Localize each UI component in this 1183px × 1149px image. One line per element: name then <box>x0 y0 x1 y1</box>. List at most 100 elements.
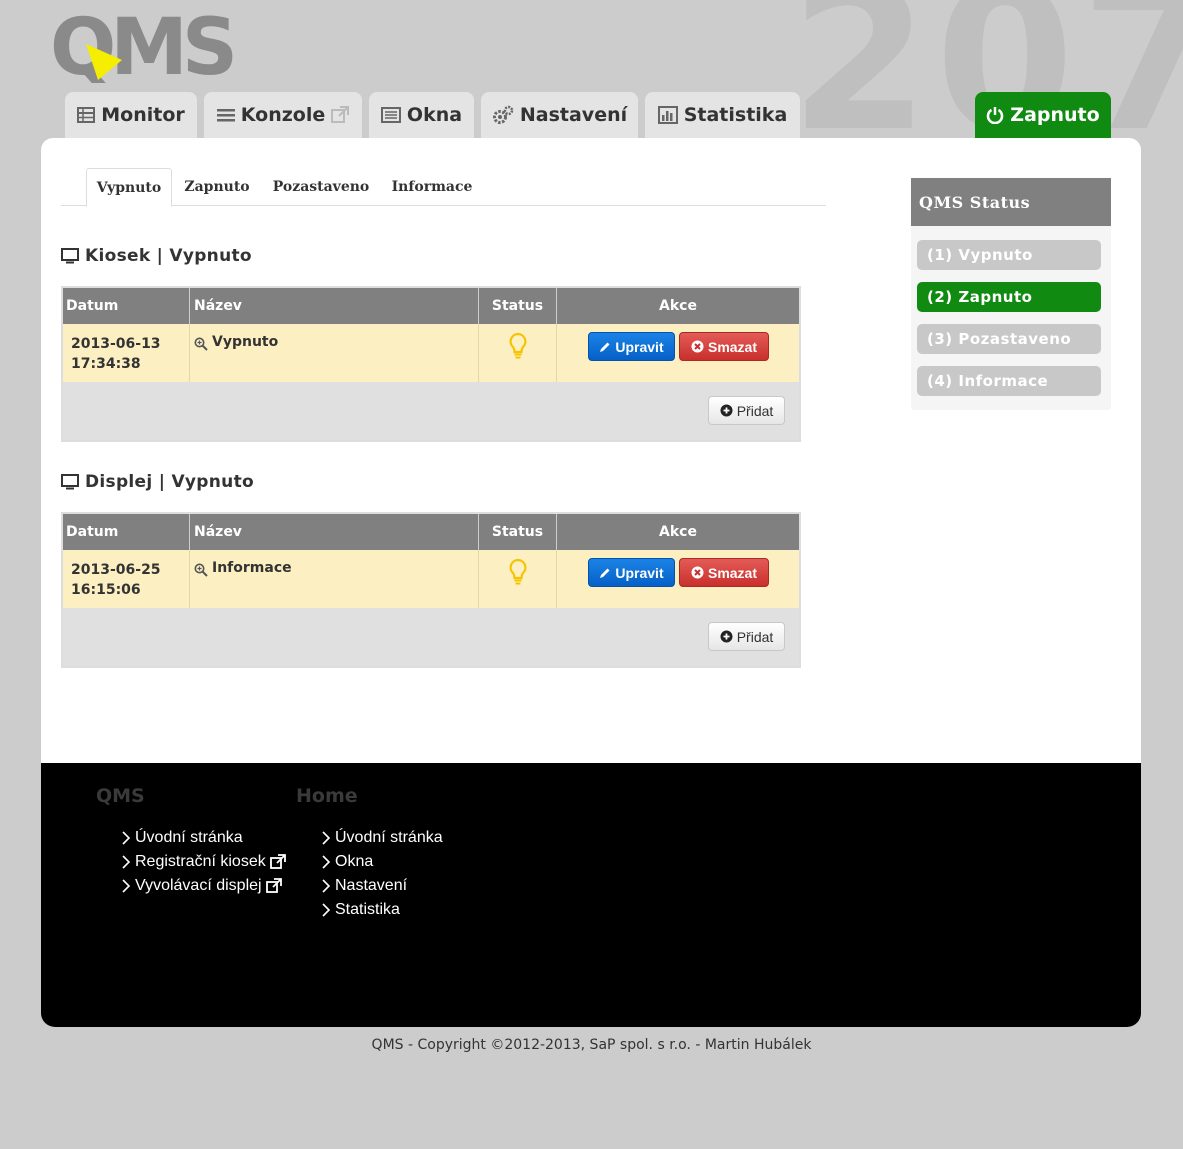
chevron-right-icon <box>322 831 331 845</box>
edit-button-label: Upravit <box>615 338 664 355</box>
chevron-right-icon <box>122 879 131 893</box>
footer-link-registracni-kiosek[interactable]: Registrační kiosek <box>121 853 286 871</box>
footer-link-label: Nastavení <box>335 877 408 894</box>
plus-circle-icon <box>720 630 733 643</box>
external-link-icon <box>265 878 282 893</box>
external-link-icon <box>331 106 350 123</box>
status-cell <box>479 550 557 608</box>
footer-link-home-uvodni-stranka[interactable]: Úvodní stránka <box>321 829 443 847</box>
nav-tab-monitor[interactable]: Monitor <box>65 92 197 138</box>
delete-button-label: Smazat <box>707 338 758 355</box>
footer-link-vyvolavaci-displej[interactable]: Vyvolávací displej <box>121 877 282 895</box>
footer-link-uvodni-stranka[interactable]: Úvodní stránka <box>121 829 243 847</box>
bar-chart-icon <box>657 106 678 124</box>
section-title-kiosek: Kiosek | Vypnuto <box>61 246 252 266</box>
section-title-text: Kiosek | Vypnuto <box>85 246 252 266</box>
qms-logo[interactable]: QMS <box>50 8 245 83</box>
window-list-icon <box>380 107 401 123</box>
footer-link-label: Registrační kiosek <box>135 853 266 870</box>
external-link-icon <box>269 854 286 869</box>
name-cell[interactable]: Vypnuto <box>190 324 479 382</box>
nav-tab-statistika[interactable]: Statistika <box>645 92 800 138</box>
monitor-icon <box>61 474 79 490</box>
list-icon <box>216 109 235 122</box>
name-value: Informace <box>212 560 292 576</box>
kiosek-panel: Datum Název Status Akce 2013-06-13 17:34… <box>61 286 801 442</box>
nav-tab-okna[interactable]: Okna <box>369 92 474 138</box>
pencil-icon <box>600 568 610 578</box>
nav-tab-label: Statistika <box>683 104 788 126</box>
sidebar-item-vypnuto[interactable]: (1) Vypnuto <box>917 240 1101 270</box>
date-cell: 2013-06-25 16:15:06 <box>63 550 190 608</box>
power-status-label: Zapnuto <box>1010 104 1100 126</box>
sidebar-item-informace[interactable]: (4) Informace <box>917 366 1101 396</box>
actions-cell: Upravit Smazat <box>557 550 799 608</box>
nav-tab-konzole[interactable]: Konzole <box>204 92 362 138</box>
delete-button-label: Smazat <box>707 564 758 581</box>
footer-link-okna[interactable]: Okna <box>321 853 373 871</box>
footer-link-label: Okna <box>335 853 374 870</box>
copyright-text: QMS - Copyright ©2012-2013, SaP spol. s … <box>371 1037 812 1053</box>
date-value: 2013-06-13 <box>71 336 161 352</box>
cogs-icon <box>492 105 514 124</box>
column-header-datum: Datum <box>63 288 190 324</box>
section-title-text: Displej | Vypnuto <box>85 472 254 492</box>
edit-button[interactable]: Upravit <box>588 332 675 361</box>
zoom-icon <box>194 563 208 577</box>
sidebar-item-pozastaveno[interactable]: (3) Pozastaveno <box>917 324 1101 354</box>
nav-tab-label: Okna <box>406 104 463 126</box>
monitor-icon <box>61 248 79 264</box>
footer-link-label: Statistika <box>335 901 400 918</box>
add-button[interactable]: Přidat <box>708 396 785 425</box>
table-footer: Přidat <box>63 382 799 440</box>
column-header-nazev: Název <box>190 288 479 324</box>
column-header-akce: Akce <box>659 524 697 540</box>
remove-circle-icon <box>691 566 704 579</box>
zoom-icon <box>194 337 208 351</box>
section-title-displej: Displej | Vypnuto <box>61 472 254 492</box>
add-button-label: Přidat <box>736 402 774 419</box>
footer: QMS Home Úvodní stránka Registrační kios… <box>41 763 1141 1027</box>
table-header: Datum Název Status Akce <box>63 288 799 324</box>
footer-link-label: Vyvolávací displej <box>135 877 262 894</box>
date-cell: 2013-06-13 17:34:38 <box>63 324 190 382</box>
chevron-right-icon <box>122 855 131 869</box>
nav-tab-nastaveni[interactable]: Nastavení <box>481 92 638 138</box>
footer-column-title-home: Home <box>296 785 358 807</box>
tab-informace[interactable]: Informace <box>384 168 480 206</box>
footer-link-statistika[interactable]: Statistika <box>321 901 400 919</box>
qms-status-sidebar: QMS Status (1) Vypnuto (2) Zapnuto (3) P… <box>911 178 1111 410</box>
sidebar-item-zapnuto[interactable]: (2) Zapnuto <box>917 282 1101 312</box>
lightbulb-icon <box>509 332 526 359</box>
pencil-icon <box>600 342 610 352</box>
column-header-datum: Datum <box>63 514 190 550</box>
tab-vypnuto[interactable]: Vypnuto <box>86 168 172 207</box>
edit-button[interactable]: Upravit <box>588 558 675 587</box>
delete-button[interactable]: Smazat <box>679 558 769 587</box>
name-cell[interactable]: Informace <box>190 550 479 608</box>
delete-button[interactable]: Smazat <box>679 332 769 361</box>
add-button[interactable]: Přidat <box>708 622 785 651</box>
table-icon <box>77 107 96 123</box>
plus-circle-icon <box>720 404 733 417</box>
chevron-right-icon <box>322 855 331 869</box>
table-row: 2013-06-13 17:34:38 Vypnuto Upravit Smaz… <box>63 324 799 382</box>
date-value: 2013-06-25 <box>71 562 161 578</box>
remove-circle-icon <box>691 340 704 353</box>
nav-tab-label: Nastavení <box>519 104 628 126</box>
svg-text:QMS: QMS <box>50 8 233 83</box>
tab-zapnuto[interactable]: Zapnuto <box>176 168 258 206</box>
footer-link-nastaveni[interactable]: Nastavení <box>321 877 407 895</box>
status-tabs: Vypnuto Zapnuto Pozastaveno Informace <box>61 168 826 207</box>
power-status-button[interactable]: Zapnuto <box>975 92 1111 138</box>
time-value: 17:34:38 <box>71 356 141 372</box>
sidebar-title: QMS Status <box>911 178 1111 226</box>
main-content: Vypnuto Zapnuto Pozastaveno Informace Ki… <box>41 138 1141 763</box>
name-value: Vypnuto <box>212 334 279 350</box>
table-footer: Přidat <box>63 608 799 666</box>
table-header: Datum Název Status Akce <box>63 514 799 550</box>
nav-tab-label: Monitor <box>101 104 185 126</box>
column-header-akce: Akce <box>659 298 697 314</box>
column-header-status: Status <box>479 288 557 324</box>
tab-pozastaveno[interactable]: Pozastaveno <box>265 168 377 206</box>
